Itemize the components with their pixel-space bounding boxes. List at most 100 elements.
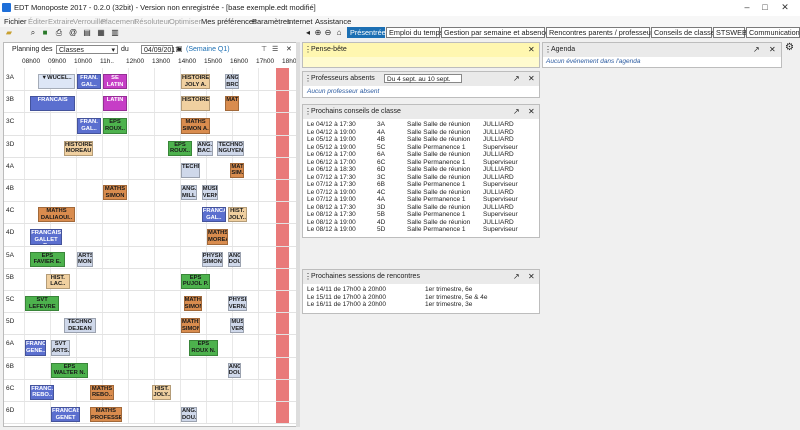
class-row-label[interactable]: 4D [6, 229, 14, 236]
class-row-label[interactable]: 5D [6, 318, 14, 325]
class-row-label[interactable]: 3D [6, 141, 14, 148]
course-cell[interactable]: PHYSIQUE VERN.. [227, 296, 247, 312]
conseil-row[interactable]: Le 06/12 à 17:00 6A Salle Salle de réunion… [307, 151, 535, 159]
course-cell[interactable]: ANG. BRO.. [225, 74, 239, 90]
date-field[interactable]: 04/09/2017 [141, 45, 179, 54]
menu-resoluteur[interactable]: Résoluteur [134, 17, 170, 26]
expand-icon[interactable]: ↗ [753, 43, 760, 57]
course-cell[interactable]: MATHS SIMON A. [103, 185, 127, 201]
class-row-label[interactable]: 6B [6, 363, 14, 370]
course-cell[interactable]: ARTS. MONI.. [77, 251, 94, 267]
class-row-label[interactable]: 6A [6, 340, 14, 347]
close-button[interactable]: ✕ [778, 2, 792, 13]
drag-handle-icon[interactable]: ⋮ [304, 105, 312, 119]
week-range-select[interactable]: Du 4 sept. au 10 sept. [384, 74, 462, 83]
save-icon[interactable]: ■ [40, 28, 50, 38]
rencontre-row[interactable]: Le 15/11 de 17h00 à 20h00 1er trimestre, … [307, 294, 535, 302]
conseil-row[interactable]: Le 05/12 à 19:00 5C Salle Permanence 1 Supe… [307, 144, 535, 152]
close-icon[interactable]: ✕ [528, 43, 535, 57]
export-icon[interactable]: ▤ [82, 28, 92, 38]
class-row-label[interactable]: 6C [6, 385, 14, 392]
menu-extraire[interactable]: Extraire [48, 17, 74, 26]
course-cell[interactable]: FRAN. GAL.. [77, 118, 101, 134]
close-icon[interactable]: ✕ [528, 105, 535, 119]
menu-assistance[interactable]: Assistance [315, 17, 351, 26]
class-row-label[interactable]: 3B [6, 96, 14, 103]
course-cell[interactable]: FRANC. REBO.. [30, 384, 55, 400]
class-row-label[interactable]: 4C [6, 207, 14, 214]
search-icon[interactable]: ⌕ [28, 28, 38, 38]
menu-editer[interactable]: Éditer [28, 17, 48, 26]
course-cell[interactable]: MATHS PROFESSE.. [90, 407, 122, 423]
class-row-label[interactable]: 5B [6, 274, 14, 281]
conseil-row[interactable]: Le 05/12 à 19:00 4B Salle Salle de réunion… [307, 136, 535, 144]
course-cell[interactable]: ANG. BAC.. [196, 140, 213, 156]
course-cell[interactable]: ANG. DOU.. [227, 362, 242, 378]
drag-handle-icon[interactable]: ⋮ [544, 43, 552, 57]
course-cell[interactable]: MATHS SIMON A. [183, 296, 203, 312]
grid-icon[interactable]: ▦ [96, 28, 106, 38]
course-cell[interactable]: FRANCAIS GAL.. [201, 207, 226, 223]
menu-preferences[interactable]: Mes préférences [201, 17, 257, 26]
conseil-row[interactable]: Le 08/12 à 19:00 4D Salle Salle de réunion… [307, 219, 535, 227]
conseil-row[interactable]: Le 08/12 à 17:30 5B Salle Permanence 1 Supe… [307, 211, 535, 219]
menu-placement[interactable]: Placement [101, 17, 136, 26]
rencontre-row[interactable]: Le 14/11 de 17h00 à 20h00 1er trimestre, … [307, 286, 535, 294]
drag-handle-icon[interactable]: ⋮ [304, 72, 312, 86]
course-cell[interactable]: FRAN. GAL.. [77, 74, 101, 90]
course-cell[interactable]: ▼WUCEL.. [38, 74, 75, 90]
tab-emploi-du-temps[interactable]: Emploi du temps [386, 27, 443, 38]
close-icon[interactable]: ✕ [769, 43, 776, 57]
conseil-row[interactable]: Le 04/12 à 17:30 3A Salle Salle de réunion… [307, 121, 535, 129]
conseil-row[interactable]: Le 08/12 à 19:00 5D Salle Permanence 1 Supe… [307, 226, 535, 234]
course-cell[interactable]: MATHS DALIAOUI.. [38, 207, 75, 223]
course-cell[interactable]: FRANCAIS [30, 96, 75, 112]
menu-internet[interactable]: Internet [287, 17, 312, 26]
course-cell[interactable]: MATHS SIMON A. [181, 118, 211, 134]
course-cell[interactable]: MATHS SIM.. [230, 162, 244, 178]
planning-type-select[interactable]: Classes ▾ [56, 45, 118, 54]
rencontre-row[interactable]: Le 16/11 de 17h00 à 20h00 1er trimestre, … [307, 301, 535, 309]
course-cell[interactable]: ANG. DOU.. [181, 407, 198, 423]
class-row-label[interactable]: 3C [6, 118, 14, 125]
course-cell[interactable]: EPS WALTER N. [51, 362, 88, 378]
class-row-label[interactable]: 3A [6, 74, 14, 81]
class-row-label[interactable]: 5A [6, 252, 14, 259]
course-cell[interactable]: LATIN [103, 96, 127, 112]
course-cell[interactable]: HISTOIRE MOREAU C. [64, 140, 94, 156]
filter-icon[interactable]: ⊤ [261, 45, 267, 53]
course-cell[interactable]: SVT LEFEVRE A. [25, 296, 60, 312]
course-cell[interactable]: EPS FAVIER E. [30, 251, 65, 267]
tab-conseils[interactable]: Conseils de classe [651, 27, 715, 38]
conseil-row[interactable]: Le 04/12 à 19:00 4A Salle Salle de réunion… [307, 129, 535, 137]
table-icon[interactable]: ▥ [110, 28, 120, 38]
course-cell[interactable]: MATHS SIMON A. [181, 318, 200, 334]
conseil-row[interactable]: Le 08/12 à 17:30 3D Salle Salle de réunion… [307, 204, 535, 212]
calendar-icon[interactable]: ▣ [176, 45, 183, 53]
planning-scrollbar[interactable] [296, 42, 300, 427]
course-cell[interactable]: EPS ROUX.. [168, 140, 192, 156]
course-cell[interactable]: HIST. JOLY.. [152, 384, 172, 400]
tab-presentree[interactable]: Présentrée [347, 27, 386, 38]
menu-parametres[interactable]: Paramètres [252, 17, 291, 26]
open-folder-icon[interactable]: ▰ [4, 28, 14, 38]
tab-communication[interactable]: Communication [746, 27, 800, 38]
close-icon[interactable]: ✕ [528, 72, 535, 86]
course-cell[interactable]: FRANCAIS GENET M. [51, 407, 81, 423]
maximize-button[interactable]: □ [758, 2, 772, 13]
course-cell[interactable]: TECHNO DEJEAN Y. [64, 318, 96, 334]
close-panel-icon[interactable]: ✕ [286, 45, 292, 53]
gear-icon[interactable]: ⚙ [785, 42, 794, 53]
class-row-label[interactable]: 4A [6, 163, 14, 170]
options-icon[interactable]: ☰ [272, 45, 278, 53]
course-cell[interactable]: EPS ROUX.. [103, 118, 127, 134]
tab-gestion-semaine[interactable]: Gestion par semaine et absences [441, 27, 553, 38]
print-icon[interactable]: ⎙ [54, 28, 64, 38]
menu-fichier[interactable]: Fichier [4, 17, 27, 26]
conseil-row[interactable]: Le 07/12 à 17:30 6B Salle Permanence 1 Supe… [307, 181, 535, 189]
course-cell[interactable]: HIST. LAC.. [45, 273, 70, 289]
course-cell[interactable]: FRANC. GENE.. [25, 340, 47, 356]
course-cell[interactable]: MUSI.. VERN.. [201, 185, 218, 201]
course-cell[interactable]: SVT ARTS.. [51, 340, 70, 356]
expand-icon[interactable]: ↗ [513, 105, 520, 119]
